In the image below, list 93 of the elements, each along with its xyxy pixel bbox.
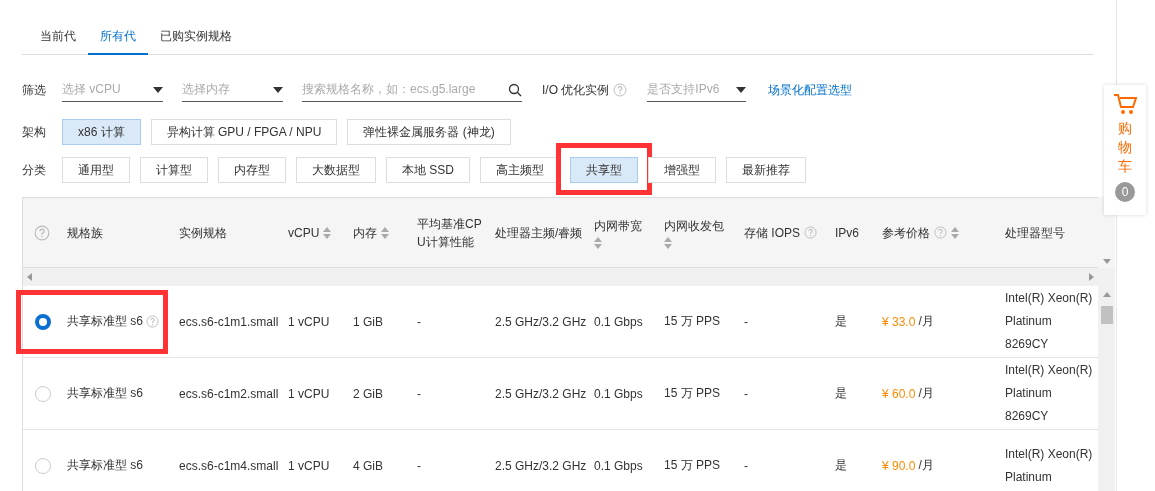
table-cell: - xyxy=(744,458,748,473)
tab[interactable]: 当前代 xyxy=(28,22,88,55)
help-icon[interactable] xyxy=(34,224,50,241)
table-cell: 2 GiB xyxy=(353,386,383,401)
architecture-option[interactable]: x86 计算 xyxy=(62,119,141,145)
help-icon[interactable] xyxy=(804,226,817,239)
table-cell: 15 万 PPS xyxy=(664,385,721,402)
column-header: 内网带宽 xyxy=(594,217,642,235)
table-cell: 1 vCPU xyxy=(288,458,330,473)
caret-icon xyxy=(153,86,163,93)
table-cell: 4 GiB xyxy=(353,458,383,473)
table-cell: - xyxy=(417,314,421,329)
scenario-config-link[interactable]: 场景化配置选型 xyxy=(768,81,853,99)
sort-icon[interactable] xyxy=(323,226,332,239)
io-optimized-label: I/O 优化实例 xyxy=(542,81,610,99)
radio-button[interactable] xyxy=(35,313,51,330)
column-header: 规格族 xyxy=(67,224,103,242)
tab[interactable]: 所有代 xyxy=(88,22,148,55)
vertical-scrollbar[interactable] xyxy=(1098,197,1115,491)
column-header: 参考价格 xyxy=(882,224,930,242)
cart-icon[interactable] xyxy=(1113,93,1137,115)
scroll-up-icon[interactable] xyxy=(1102,292,1111,297)
scroll-left-icon[interactable] xyxy=(27,273,32,281)
help-icon[interactable] xyxy=(146,315,159,328)
scrollbar-thumb[interactable] xyxy=(1100,306,1113,324)
table-cell: 共享标准型 s6 xyxy=(67,457,143,474)
table-cell-text: Intel(R) Xeon(R) Platinum 8269CY xyxy=(1005,362,1093,425)
table-cell: 1 vCPU xyxy=(288,314,330,329)
price: ¥ 90.0 xyxy=(882,458,916,473)
column-header: 存储 IOPS xyxy=(744,224,800,242)
caret-icon xyxy=(736,86,747,93)
table-cell: 1 GiB xyxy=(353,314,383,329)
column-header: vCPU xyxy=(288,224,320,242)
category-option[interactable]: 本地 SSD xyxy=(386,157,470,183)
table-cell-text: Intel(R) Xeon(R) Platinum 8269CY xyxy=(1005,290,1093,353)
category-option[interactable]: 共享型 xyxy=(570,157,638,183)
scroll-right-icon[interactable] xyxy=(1089,273,1094,281)
price: ¥ 33.0 xyxy=(882,314,916,329)
category-option[interactable]: 内存型 xyxy=(218,157,286,183)
sort-icon[interactable] xyxy=(594,236,602,249)
price: ¥ 60.0 xyxy=(882,386,916,401)
category-label: 分类 xyxy=(22,161,47,179)
column-header: 内存 xyxy=(353,224,377,242)
table-cell: ecs.s6-c1m2.small xyxy=(179,386,279,401)
table-cell: 1 vCPU xyxy=(288,386,330,401)
category-option[interactable]: 计算型 xyxy=(140,157,208,183)
table-cell: 0.1 Gbps xyxy=(594,314,643,329)
category-option[interactable]: 增强型 xyxy=(648,157,716,183)
price-unit: /月 xyxy=(918,385,934,402)
column-header: 内网收发包 xyxy=(664,217,724,235)
column-header: 实例规格 xyxy=(179,224,227,242)
table-cell: 0.1 Gbps xyxy=(594,386,643,401)
column-header: IPv6 xyxy=(835,224,859,242)
price-unit: /月 xyxy=(918,313,934,330)
help-icon[interactable] xyxy=(934,226,947,239)
tab[interactable]: 已购实例规格 xyxy=(148,22,244,55)
category-option[interactable]: 大数据型 xyxy=(296,157,376,183)
sort-icon[interactable] xyxy=(381,226,389,239)
architecture-option[interactable]: 异构计算 GPU / FPGA / NPU xyxy=(150,119,338,145)
table-cell: - xyxy=(417,386,421,401)
architecture-option[interactable]: 弹性裸金属服务器 (神龙) xyxy=(347,119,511,145)
table-cell-text: Intel(R) Xeon(R) Platinum xyxy=(1005,445,1093,486)
search-icon[interactable] xyxy=(508,82,522,97)
table-cell: 0.1 Gbps xyxy=(594,458,643,473)
architecture-label: 架构 xyxy=(22,123,47,141)
table-cell: ecs.s6-c1m4.small xyxy=(179,458,279,473)
table-cell: 是 xyxy=(835,457,847,474)
table-cell: 是 xyxy=(835,313,847,330)
table-cell: ecs.s6-c1m1.small xyxy=(179,314,279,329)
column-header: 处理器型号 xyxy=(1005,224,1065,242)
column-header: 处理器主频/睿频 xyxy=(495,224,583,242)
scroll-down-icon[interactable] xyxy=(1102,259,1111,264)
category-option[interactable]: 最新推荐 xyxy=(726,157,806,183)
table-cell: - xyxy=(744,314,748,329)
table-cell: 2.5 GHz/3.2 GHz xyxy=(495,386,587,401)
category-option[interactable]: 通用型 xyxy=(62,157,130,183)
table-cell: 共享标准型 s6 xyxy=(67,313,143,330)
table-cell: 是 xyxy=(835,385,847,402)
caret-icon xyxy=(273,86,283,93)
table-cell: 2.5 GHz/3.2 GHz xyxy=(495,458,587,473)
table-cell: 共享标准型 s6 xyxy=(67,385,143,402)
table-cell: 2.5 GHz/3.2 GHz xyxy=(495,314,587,329)
cart-count: 0 xyxy=(1115,181,1135,202)
help-icon[interactable] xyxy=(613,83,628,97)
sort-icon[interactable] xyxy=(664,236,672,249)
table-cell: 15 万 PPS xyxy=(664,313,721,330)
table-cell: - xyxy=(417,458,421,473)
filter-label: 筛选 xyxy=(22,81,47,99)
price-unit: /月 xyxy=(918,457,934,474)
table-cell: - xyxy=(744,386,748,401)
column-header: 平均基准CPU计算性能 xyxy=(417,215,483,251)
table-cell: 15 万 PPS xyxy=(664,457,721,474)
sort-icon[interactable] xyxy=(951,226,959,239)
